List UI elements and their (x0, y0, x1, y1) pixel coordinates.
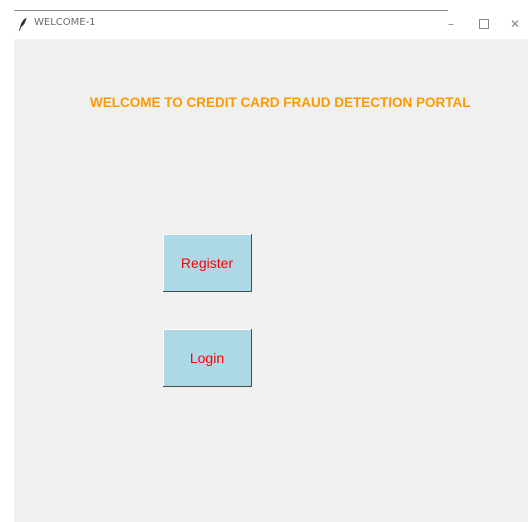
close-icon: ✕ (509, 17, 521, 31)
title-bar[interactable]: WELCOME-1 – ✕ (14, 11, 528, 39)
minimize-icon: – (448, 17, 454, 31)
app-window: WELCOME-1 – ✕ WELCOME TO CREDIT CARD FRA… (0, 0, 528, 522)
main-content: WELCOME TO CREDIT CARD FRAUD DETECTION P… (14, 39, 528, 522)
maximize-icon (479, 18, 489, 29)
login-button[interactable]: Login (163, 329, 252, 387)
register-button[interactable]: Register (163, 234, 252, 292)
feather-icon (18, 17, 28, 31)
close-button[interactable]: ✕ (504, 15, 526, 33)
maximize-button[interactable] (473, 15, 495, 33)
welcome-heading: WELCOME TO CREDIT CARD FRAUD DETECTION P… (90, 95, 471, 110)
minimize-button[interactable]: – (440, 15, 462, 33)
window-title: WELCOME-1 (34, 17, 96, 28)
